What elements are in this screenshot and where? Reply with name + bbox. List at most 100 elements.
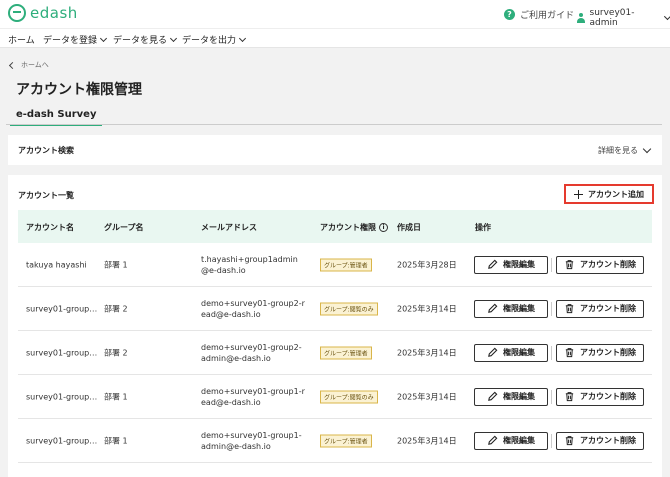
col-created: 作成日 (397, 223, 421, 232)
nav-view-data[interactable]: データを見る (113, 33, 178, 46)
main-nav: ホーム データを登録 データを見る データを出力 (0, 28, 670, 48)
permission-badge: グループ:管理者 (320, 434, 372, 447)
account-list-title: アカウント一覧 (18, 191, 74, 200)
col-permission-label: アカウント権限 (320, 223, 376, 232)
cell-email: demo+survey01-group1-admin@e-dash.io (201, 430, 302, 451)
permission-badge: グループ:管理者 (320, 258, 372, 271)
edit-permission-label: 権限編集 (503, 304, 535, 313)
user-icon (576, 13, 586, 23)
show-details-label: 詳細を見る (598, 146, 638, 155)
trash-icon (564, 391, 575, 402)
account-list-panel: アカウント一覧 アカウント追加 アカウント名 グループ名 メールアドレス アカウ… (8, 175, 662, 477)
cell-account-name: survey01-group… (26, 392, 98, 401)
pencil-icon (487, 347, 498, 358)
cell-created-date: 2025年3月28日 (397, 260, 457, 269)
nav-home-label: ホーム (8, 36, 35, 46)
edit-permission-label: 権限編集 (503, 392, 535, 401)
edit-permission-label: 権限編集 (503, 436, 535, 445)
account-search-panel: アカウント検索 詳細を見る (8, 135, 662, 165)
cell-email: demo+survey01-group1-read@e-dash.io (201, 386, 305, 407)
table-row: survey01-group… 部署 1 demo+survey01-group1-… (18, 419, 652, 463)
nav-register-data[interactable]: データを登録 (43, 33, 108, 46)
edit-permission-button[interactable]: 権限編集 (474, 255, 548, 274)
nav-home[interactable]: ホーム (8, 33, 35, 46)
user-menu[interactable]: survey01-admin (576, 8, 670, 28)
user-name: survey01-admin (589, 8, 635, 28)
account-search-title: アカウント検索 (18, 146, 74, 155)
edash-logo[interactable]: edash (8, 4, 78, 22)
delete-account-label: アカウント削除 (580, 348, 636, 357)
help-icon: ? (504, 9, 515, 20)
table-row: survey01-group… 部署 1 demo+survey01-group1-… (18, 375, 652, 419)
table-row: takuya hayashi 部署 1 t.hayashi+group1admin@… (18, 243, 652, 287)
cell-group-name: 部署 1 (104, 436, 128, 445)
back-to-home-link[interactable]: ホームへ (8, 60, 49, 70)
user-guide-link[interactable]: ? ご利用ガイド (504, 8, 574, 21)
permission-badge: グループ:閲覧のみ (320, 302, 378, 315)
col-permission: アカウント権限 i (320, 222, 388, 233)
nav-export-data[interactable]: データを出力 (182, 33, 247, 46)
edit-permission-label: 権限編集 (503, 348, 535, 357)
chevron-down-icon (238, 34, 247, 42)
action-divider (551, 301, 552, 316)
add-account-label: アカウント追加 (588, 189, 644, 199)
cell-email: demo+survey01-group2-read@e-dash.io (201, 298, 305, 319)
trash-icon (564, 435, 575, 446)
cell-group-name: 部署 1 (104, 260, 128, 269)
delete-account-label: アカウント削除 (580, 304, 636, 313)
table-header: アカウント名 グループ名 メールアドレス アカウント権限 i 作成日 操作 (18, 210, 652, 243)
tab-divider (6, 124, 662, 125)
add-account-button[interactable]: アカウント追加 (564, 184, 654, 204)
cell-group-name: 部署 1 (104, 392, 128, 401)
cell-email: t.hayashi+group1admin@e-dash.io (201, 254, 298, 275)
nav-export-label: データを出力 (182, 36, 237, 46)
logo-text: edash (30, 4, 78, 22)
cell-created-date: 2025年3月14日 (397, 348, 457, 357)
chevron-down-icon (664, 13, 670, 20)
delete-account-button[interactable]: アカウント削除 (556, 431, 644, 450)
page-title: アカウント権限管理 (16, 82, 142, 98)
cell-account-name: survey01-group… (26, 436, 98, 445)
pencil-icon (487, 391, 498, 402)
show-details-toggle[interactable]: 詳細を見る (598, 144, 652, 156)
logo-icon (8, 4, 26, 22)
nav-view-label: データを見る (113, 36, 168, 46)
edit-permission-button[interactable]: 権限編集 (474, 343, 548, 362)
col-account-name: アカウント名 (26, 223, 74, 232)
permission-badge: グループ:閲覧のみ (320, 390, 378, 403)
plus-icon (574, 189, 583, 199)
action-divider (551, 389, 552, 404)
col-email: メールアドレス (201, 223, 257, 232)
delete-account-button[interactable]: アカウント削除 (556, 299, 644, 318)
pencil-icon (487, 303, 498, 314)
table-row: survey01-group… 部署 2 demo+survey01-group2-… (18, 287, 652, 331)
delete-account-button[interactable]: アカウント削除 (556, 255, 644, 274)
table-row: survey01-group… 部署 2 demo+survey01-group2-… (18, 331, 652, 375)
cell-group-name: 部署 2 (104, 304, 128, 313)
delete-account-button[interactable]: アカウント削除 (556, 343, 644, 362)
action-divider (551, 257, 552, 272)
back-label: ホームへ (21, 61, 49, 69)
pencil-icon (487, 259, 498, 270)
cell-account-name: takuya hayashi (26, 260, 87, 269)
edit-permission-button[interactable]: 権限編集 (474, 387, 548, 406)
top-bar: edash ? ご利用ガイド survey01-admin (0, 0, 670, 28)
info-icon[interactable]: i (379, 223, 388, 232)
permission-badge: グループ:管理者 (320, 346, 372, 359)
action-divider (551, 433, 552, 448)
trash-icon (564, 259, 575, 270)
chevron-down-icon (169, 34, 178, 42)
edit-permission-button[interactable]: 権限編集 (474, 299, 548, 318)
col-actions: 操作 (475, 223, 491, 232)
chevron-down-icon (642, 144, 652, 154)
edit-permission-button[interactable]: 権限編集 (474, 431, 548, 450)
cell-email: demo+survey01-group2-admin@e-dash.io (201, 342, 302, 363)
cell-account-name: survey01-group… (26, 348, 98, 357)
delete-account-button[interactable]: アカウント削除 (556, 387, 644, 406)
nav-register-label: データを登録 (43, 36, 98, 46)
edit-permission-label: 権限編集 (503, 260, 535, 269)
action-divider (551, 345, 552, 360)
delete-account-label: アカウント削除 (580, 436, 636, 445)
cell-created-date: 2025年3月14日 (397, 304, 457, 313)
user-guide-label: ご利用ガイド (520, 11, 575, 21)
